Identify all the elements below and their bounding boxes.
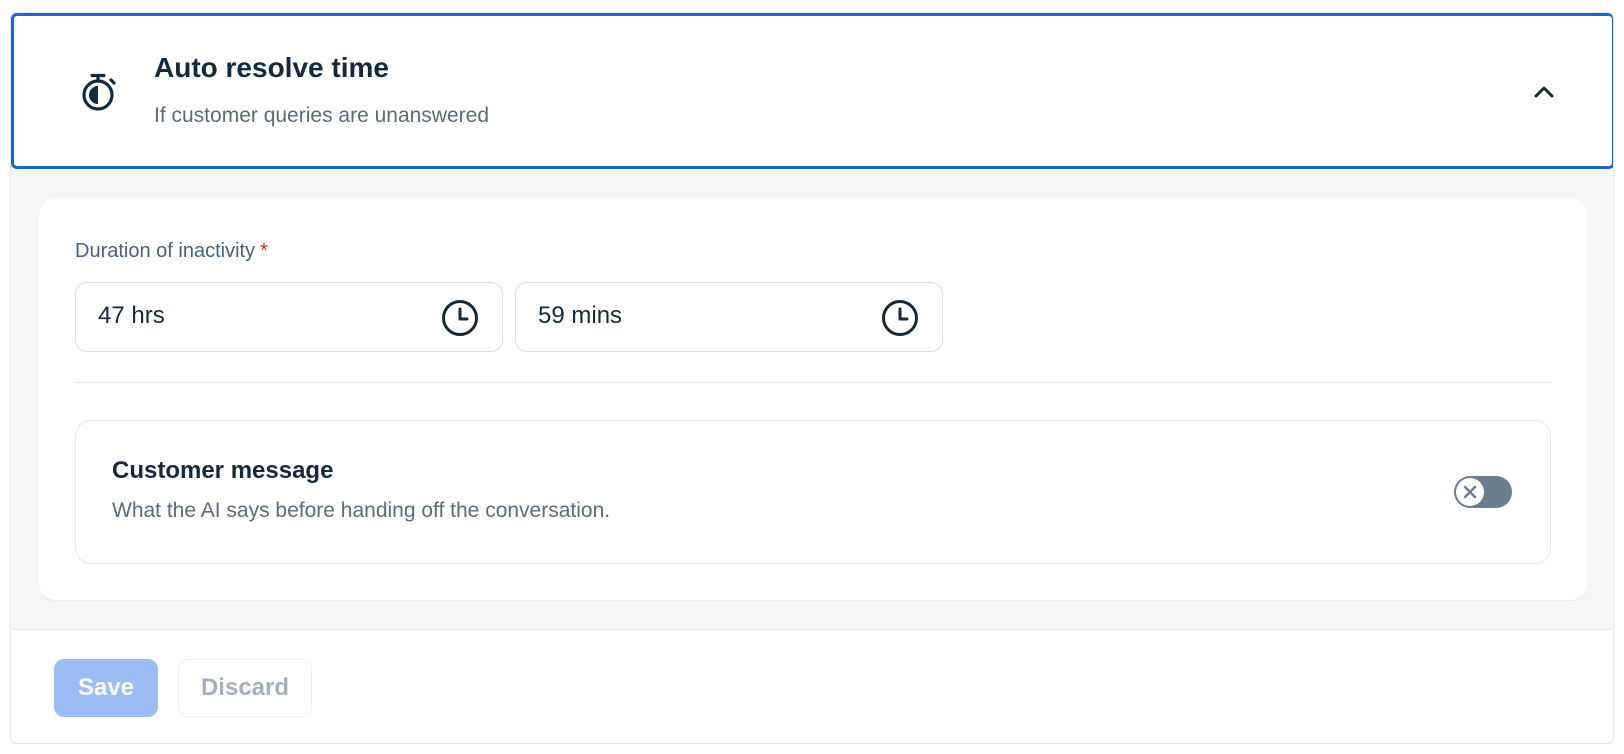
stopwatch-icon [78, 70, 122, 114]
section-divider [75, 382, 1551, 383]
accordion-header-auto-resolve[interactable]: Auto resolve time If customer queries ar… [11, 13, 1613, 169]
clock-icon[interactable] [440, 298, 480, 338]
auto-resolve-panel: Auto resolve time If customer queries ar… [10, 12, 1614, 744]
minutes-value: 59 mins [538, 302, 623, 329]
customer-message-toggle[interactable] [1454, 476, 1512, 508]
required-marker: * [260, 240, 268, 262]
chevron-up-icon[interactable] [1528, 76, 1560, 108]
customer-message-section: Customer message What the AI says before… [75, 420, 1551, 564]
hours-value: 47 hrs [98, 302, 165, 329]
discard-button[interactable]: Discard [178, 659, 312, 717]
settings-card: Duration of inactivity* 47 hrs 59 mins [39, 198, 1587, 600]
duration-label-text: Duration of inactivity [75, 240, 256, 262]
customer-message-description: What the AI says before handing off the … [112, 499, 611, 522]
minutes-input[interactable]: 59 mins [515, 282, 943, 352]
close-icon [1463, 485, 1477, 499]
toggle-knob [1456, 478, 1484, 506]
hours-input[interactable]: 47 hrs [75, 282, 503, 352]
form-footer: Save Discard [11, 629, 1613, 743]
duration-label: Duration of inactivity * [75, 240, 268, 263]
customer-message-title: Customer message [112, 457, 334, 484]
page-subtitle: If customer queries are unanswered [154, 104, 490, 127]
save-button[interactable]: Save [54, 659, 158, 717]
page-title: Auto resolve time [154, 52, 389, 83]
clock-icon[interactable] [880, 298, 920, 338]
